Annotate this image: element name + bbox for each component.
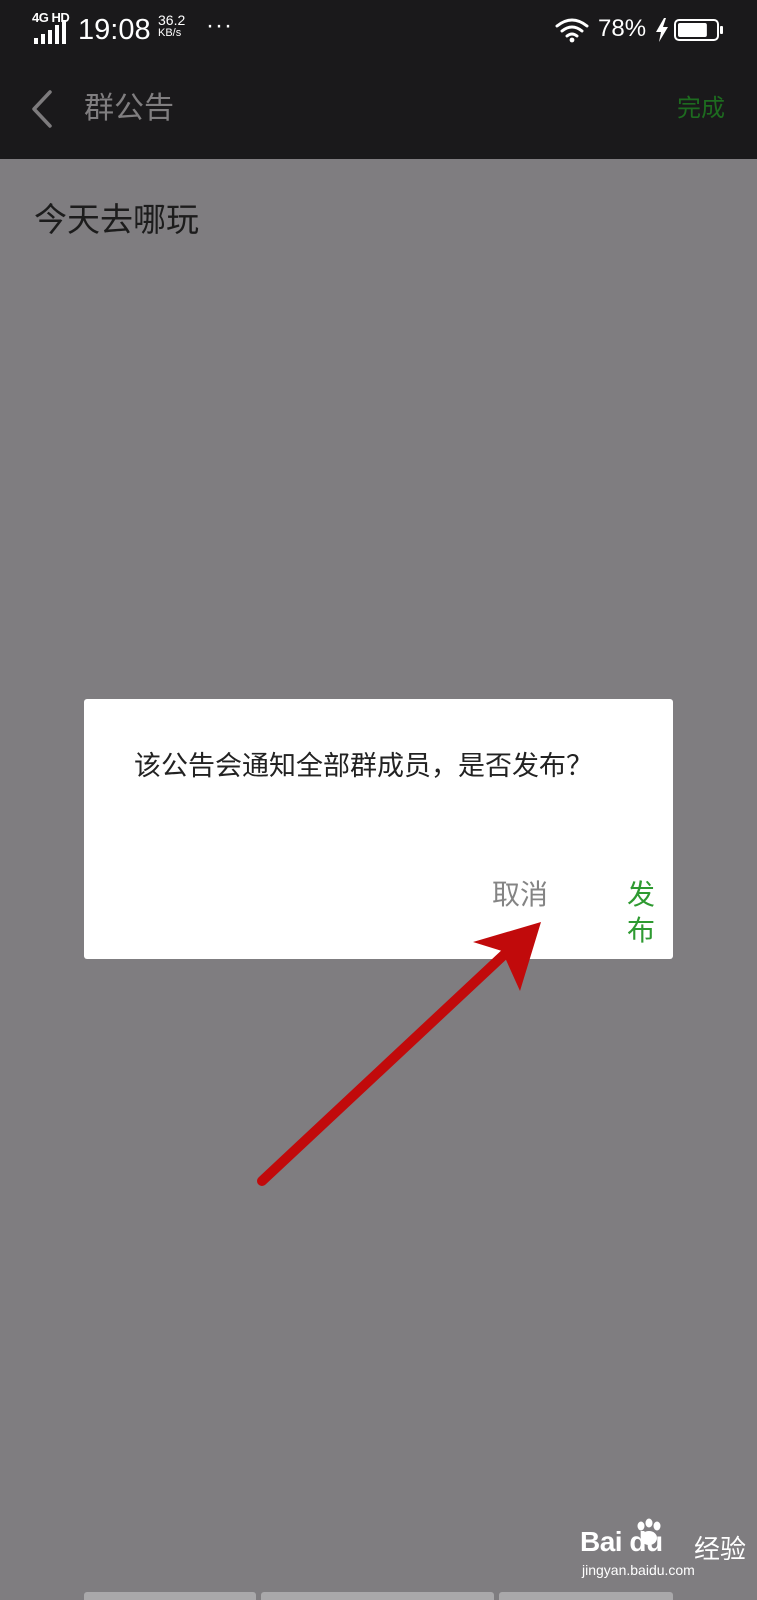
done-button[interactable]: 完成 (677, 90, 725, 126)
keyboard-key (84, 1592, 256, 1600)
back-button[interactable] (20, 86, 64, 132)
keyboard-top-edge (84, 1592, 673, 1600)
more-notifications-icon: ··· (206, 12, 233, 39)
confirm-button[interactable]: 发布 (627, 877, 673, 949)
network-speed-unit: KB/s (158, 27, 182, 39)
watermark-product: 经验 (694, 1535, 747, 1565)
charging-bolt-icon (656, 18, 668, 42)
publish-confirm-dialog: 该公告会通知全部群成员，是否发布？ 取消 发布 (84, 699, 673, 959)
keyboard-key (499, 1592, 673, 1600)
baidu-paw-icon (637, 1518, 661, 1545)
battery-percent: 78% (598, 15, 647, 42)
watermark-url: jingyan.baidu.com (582, 1562, 695, 1578)
network-speed: 36.2 KB/s (158, 12, 198, 40)
clock-time: 19:08 (78, 14, 151, 46)
battery-level-fill (678, 23, 707, 37)
battery-icon (674, 19, 723, 41)
keyboard-key (261, 1592, 494, 1600)
announcement-text[interactable]: 今天去哪玩 (34, 198, 199, 242)
page-title: 群公告 (84, 91, 174, 126)
chevron-left-icon (32, 90, 52, 128)
cancel-button[interactable]: 取消 (492, 877, 548, 913)
dialog-message: 该公告会通知全部群成员，是否发布？ (134, 751, 593, 782)
network-speed-value: 36.2 (158, 12, 186, 28)
status-bar: 4G HD 19:08 36.2 KB/s ··· 78% (0, 0, 757, 60)
signal-strength-icon (34, 20, 66, 44)
baidu-jingyan-watermark: Bai du 经验 jingyan.baidu.com (578, 1512, 748, 1580)
wifi-icon (555, 18, 589, 43)
arrow-shaft (257, 946, 513, 1186)
navigation-bar: 群公告 完成 (0, 60, 757, 159)
